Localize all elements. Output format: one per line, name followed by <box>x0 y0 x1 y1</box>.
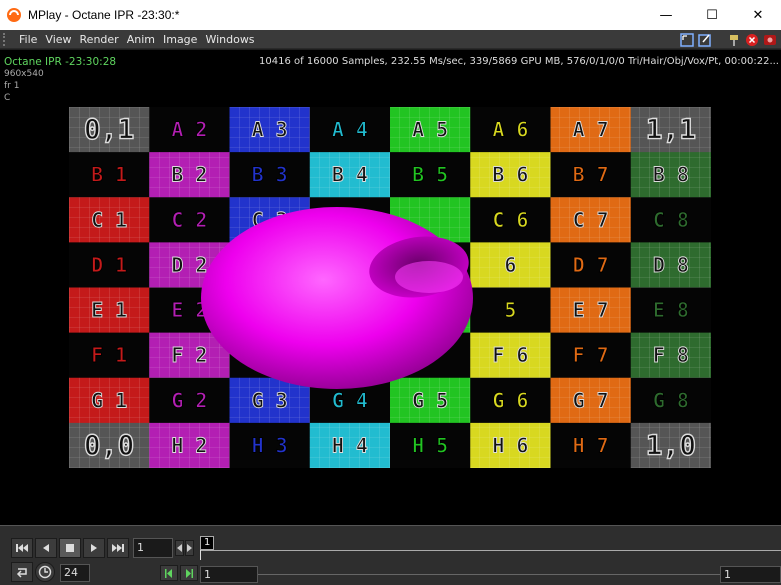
uv-grid-label: A 3 <box>252 118 288 142</box>
uv-grid-label: C 6 <box>492 208 528 232</box>
realtime-toggle-button[interactable] <box>35 562 55 582</box>
uv-grid-label: 0,0 <box>84 428 135 461</box>
uv-grid-label: 0,1 <box>84 113 135 146</box>
uv-grid-label: A 5 <box>412 118 448 142</box>
uv-grid-label: C 8 <box>653 208 689 232</box>
step-forward-button[interactable] <box>185 540 194 556</box>
range-track <box>258 574 720 575</box>
uv-grid-label: A 4 <box>332 118 368 142</box>
step-back-button[interactable] <box>175 540 184 556</box>
menu-bar: File View Render Anim Image Windows <box>0 30 781 49</box>
playbar: 1 1 24 1 1 <box>0 525 781 585</box>
uv-grid-label: 6 <box>504 253 516 277</box>
timeline-track[interactable] <box>200 550 781 551</box>
set-range-start-button[interactable] <box>160 565 178 581</box>
fit-view-icon[interactable] <box>679 32 694 47</box>
torus-object <box>201 207 473 389</box>
uv-grid-label: H 7 <box>573 433 609 457</box>
uv-grid-label: B 6 <box>492 163 528 187</box>
uv-grid-label: B 5 <box>412 163 448 187</box>
uv-grid-label: G 2 <box>171 388 207 412</box>
uv-grid-label: B 3 <box>252 163 288 187</box>
stop-button[interactable] <box>59 538 81 558</box>
uv-grid-label: H 3 <box>252 433 288 457</box>
stop-render-icon[interactable] <box>744 32 759 47</box>
uv-grid-label: G 7 <box>573 388 609 412</box>
uv-grid-label: E 1 <box>91 298 127 322</box>
uv-grid-label: H 5 <box>412 433 448 457</box>
uv-grid-label: D 8 <box>653 253 689 277</box>
uv-grid-label: C 1 <box>91 208 127 232</box>
pin-icon[interactable] <box>726 32 741 47</box>
render-info-overlay: Octane IPR -23:30:28 960x540 fr 1 C <box>4 56 116 104</box>
play-reverse-button[interactable] <box>35 538 57 558</box>
uv-grid-label: H 2 <box>171 433 207 457</box>
set-range-end-button[interactable] <box>180 565 198 581</box>
uv-grid-label: F 2 <box>171 343 207 367</box>
uv-grid-label: 1,0 <box>646 428 697 461</box>
menu-windows[interactable]: Windows <box>201 33 258 46</box>
menu-view[interactable]: View <box>41 33 75 46</box>
uv-grid-label: G 1 <box>91 388 127 412</box>
uv-grid-label: G 8 <box>653 388 689 412</box>
render-stats: 10416 of 16000 Samples, 232.55 Ms/sec, 3… <box>259 56 779 67</box>
menu-anim[interactable]: Anim <box>123 33 159 46</box>
timeline-frame-marker[interactable]: 1 <box>200 536 215 550</box>
play-forward-button[interactable] <box>83 538 105 558</box>
uv-grid-label: A 2 <box>171 118 207 142</box>
frame-label: fr 1 <box>4 81 20 91</box>
uv-grid-label: G 3 <box>252 388 288 412</box>
uv-grid-label: G 5 <box>412 388 448 412</box>
uv-grid-label: B 4 <box>332 163 368 187</box>
fps-field[interactable]: 24 <box>60 564 90 582</box>
jump-to-end-button[interactable] <box>107 538 129 558</box>
uv-grid-label: A 7 <box>573 118 609 142</box>
window-title-bar: MPlay - Octane IPR -23:30:* — ☐ ✕ <box>0 0 781 30</box>
menu-file[interactable]: File <box>15 33 41 46</box>
uv-grid-label: B 1 <box>91 163 127 187</box>
uv-grid-label: G 4 <box>332 388 368 412</box>
uv-grid-label: B 8 <box>653 163 689 187</box>
houdini-app-icon <box>7 8 21 22</box>
uv-grid-label: G 6 <box>492 388 528 412</box>
renderer-label: Octane IPR -23:30:28 <box>4 56 117 68</box>
range-end-field[interactable]: 1 <box>720 566 781 583</box>
range-start-field[interactable]: 1 <box>200 566 258 583</box>
uv-grid-label: F 7 <box>573 343 609 367</box>
uv-grid-label: 1,1 <box>646 113 697 146</box>
uv-grid-label: B 2 <box>171 163 207 187</box>
menu-render[interactable]: Render <box>76 33 123 46</box>
uv-grid-label: E 7 <box>573 298 609 322</box>
edit-view-icon[interactable] <box>697 32 712 47</box>
rendered-image: 0,1 A 2 A 3 A 4 A 5 A 6 A 7 1,1 B 1 B 2 B 3 B 4 B 5 B… <box>69 107 711 468</box>
uv-grid-label: D 2 <box>171 253 207 277</box>
uv-grid-label: H 6 <box>492 433 528 457</box>
uv-grid-label: 5 <box>504 298 516 322</box>
uv-grid-label: C 7 <box>573 208 609 232</box>
current-frame-field[interactable]: 1 <box>133 538 173 558</box>
uv-grid-label: F 6 <box>492 343 528 367</box>
resolution-label: 960x540 <box>4 69 44 79</box>
uv-grid-label: A 6 <box>492 118 528 142</box>
uv-grid-label: D 7 <box>573 253 609 277</box>
close-button[interactable]: ✕ <box>735 0 781 30</box>
uv-grid-label: D 1 <box>91 253 127 277</box>
window-title: MPlay - Octane IPR -23:30:* <box>28 8 180 22</box>
menu-grip-handle[interactable] <box>3 32 9 46</box>
timeline-playhead[interactable] <box>200 550 201 560</box>
uv-grid-label: F 8 <box>653 343 689 367</box>
uv-grid-label: E 8 <box>653 298 689 322</box>
image-viewport[interactable]: Octane IPR -23:30:28 960x540 fr 1 C 1041… <box>0 50 781 525</box>
minimize-button[interactable]: — <box>643 0 689 30</box>
uv-grid-label: B 7 <box>573 163 609 187</box>
channel-label: C <box>4 93 11 103</box>
menu-image[interactable]: Image <box>159 33 201 46</box>
maximize-button[interactable]: ☐ <box>689 0 735 30</box>
loop-mode-button[interactable] <box>11 562 33 582</box>
uv-grid-label: C 2 <box>171 208 207 232</box>
record-icon[interactable] <box>762 32 777 47</box>
jump-to-start-button[interactable] <box>11 538 33 558</box>
uv-grid-label: H 4 <box>332 433 368 457</box>
uv-grid-label: F 1 <box>91 343 127 367</box>
